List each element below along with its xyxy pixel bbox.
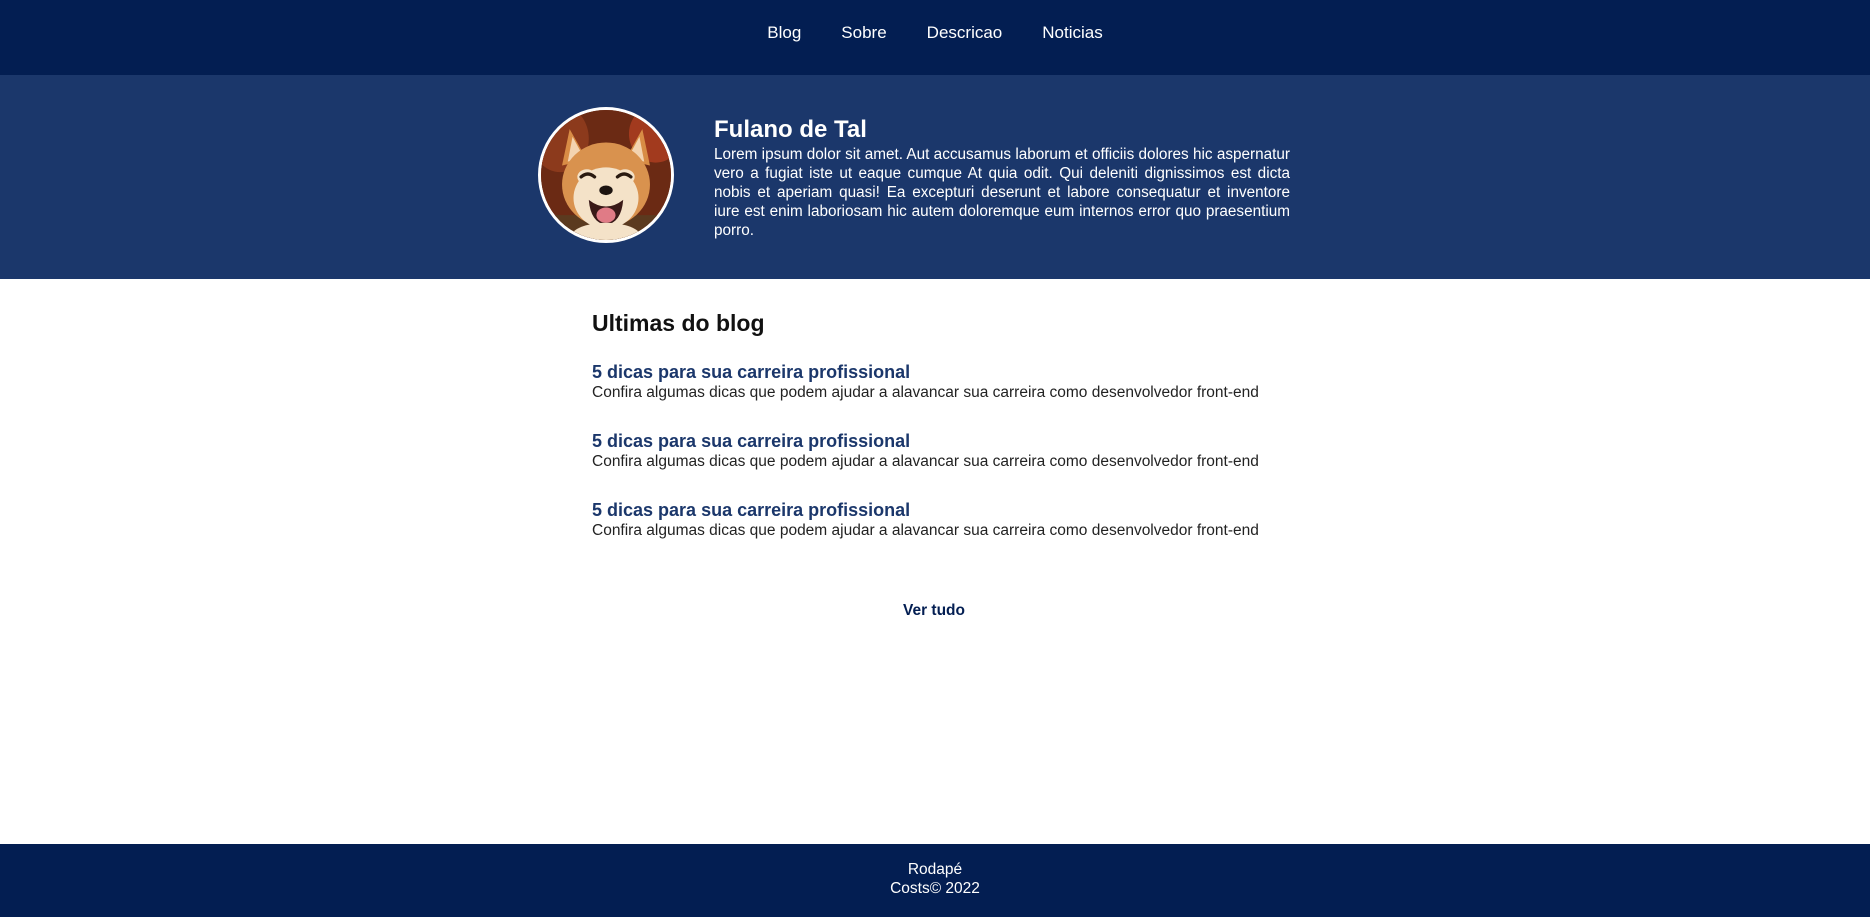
see-all-container: Ver tudo xyxy=(0,602,1870,620)
footer-copyright: Costs© 2022 xyxy=(890,880,980,897)
see-all-link[interactable]: Ver tudo xyxy=(903,602,965,619)
shiba-dog-photo-icon xyxy=(541,110,671,240)
profile-info: Fulano de Tal Lorem ipsum dolor sit amet… xyxy=(714,116,1290,240)
nav-link-blog[interactable]: Blog xyxy=(767,22,801,44)
nav-link-noticias[interactable]: Noticias xyxy=(1042,22,1102,44)
profile-bio: Lorem ipsum dolor sit amet. Aut accusamu… xyxy=(714,146,1290,239)
profile-header: Fulano de Tal Lorem ipsum dolor sit amet… xyxy=(0,75,1870,279)
avatar xyxy=(538,107,674,243)
post-description: Confira algumas dicas que podem ajudar a… xyxy=(592,384,1259,401)
top-navbar: Blog Sobre Descricao Noticias xyxy=(0,0,1870,75)
nav-link-descricao[interactable]: Descricao xyxy=(927,22,1003,44)
footer-title: Rodapé xyxy=(907,861,963,878)
blog-post: 5 dicas para sua carreira profissional C… xyxy=(592,499,1292,541)
blog-post: 5 dicas para sua carreira profissional C… xyxy=(592,361,1292,403)
post-title-link[interactable]: 5 dicas para sua carreira profissional xyxy=(592,430,910,452)
post-description: Confira algumas dicas que podem ajudar a… xyxy=(592,453,1259,470)
post-description: Confira algumas dicas que podem ajudar a… xyxy=(592,522,1259,539)
nav-menu: Blog Sobre Descricao Noticias xyxy=(0,22,1870,44)
profile-name: Fulano de Tal xyxy=(714,116,867,143)
blog-heading: Ultimas do blog xyxy=(592,310,765,336)
footer: Rodapé Costs© 2022 xyxy=(0,844,1870,917)
nav-link-sobre[interactable]: Sobre xyxy=(841,22,886,44)
page: Blog Sobre Descricao Noticias Fulano de … xyxy=(0,0,1870,917)
post-title-link[interactable]: 5 dicas para sua carreira profissional xyxy=(592,361,910,383)
blog-post: 5 dicas para sua carreira profissional C… xyxy=(592,430,1292,472)
post-title-link[interactable]: 5 dicas para sua carreira profissional xyxy=(592,499,910,521)
blog-section: Ultimas do blog 5 dicas para sua carreir… xyxy=(592,308,1292,568)
